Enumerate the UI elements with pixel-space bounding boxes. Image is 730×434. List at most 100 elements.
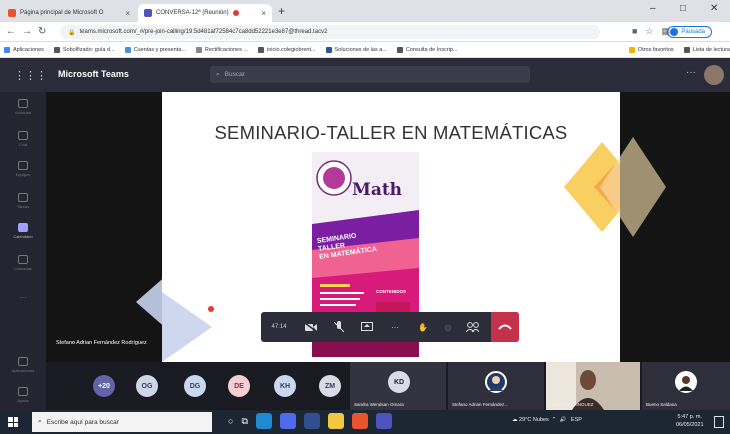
clock[interactable]: 5:47 p. m. 06/05/2021 xyxy=(676,413,704,429)
bookmark-icon xyxy=(257,46,264,53)
bookmark-label: Rectificaciones ... xyxy=(204,46,248,53)
bookmark-icon xyxy=(628,46,635,53)
participant-tile[interactable]: Stefano Adrian Fernández... xyxy=(448,362,544,410)
avatar: KD xyxy=(388,371,410,393)
rail-item[interactable]: Tareas xyxy=(0,186,46,216)
avatar[interactable] xyxy=(704,65,724,85)
rail-item[interactable]: Chat xyxy=(0,124,46,154)
participant-gallery: KD Sandra Wendsan Omara Stefano Adrian F… xyxy=(46,362,730,410)
participant-avatar[interactable]: +20 xyxy=(93,375,115,397)
participant-tile[interactable]: Bueno Saldana xyxy=(642,362,730,410)
teams-taskbar-icon[interactable] xyxy=(303,413,320,429)
camera-icon[interactable]: ■ xyxy=(632,26,637,37)
windows-taskbar: ⌕ Escribe aquí para buscar ○ ⧉ ☁ 29°C Nu… xyxy=(0,410,730,434)
forward-icon[interactable]: → xyxy=(22,26,32,37)
avatar xyxy=(675,371,697,393)
share-screen-icon[interactable] xyxy=(353,312,381,342)
edge-icon[interactable] xyxy=(255,413,272,429)
meeting-timer: 47:14 xyxy=(271,324,287,330)
bookmark-label: Sobolfizado: guía d... xyxy=(62,46,115,53)
task-view-icon[interactable]: ⧉ xyxy=(241,416,247,427)
teams-icon xyxy=(144,9,152,17)
hang-up-button[interactable] xyxy=(491,312,519,342)
bookmark-item[interactable]: Lista de lectura xyxy=(683,46,730,53)
clock-date: 06/05/2021 xyxy=(676,422,704,428)
close-window-icon[interactable]: ✕ xyxy=(710,3,718,14)
weather-text[interactable]: 29°C Nubes xyxy=(519,417,549,423)
participant-avatar[interactable]: KH xyxy=(274,375,296,397)
bookmark-icon xyxy=(325,46,332,53)
more-options-icon[interactable]: ··· xyxy=(686,67,696,78)
close-icon[interactable]: × xyxy=(261,9,266,18)
search-input[interactable]: ⌕ Buscar xyxy=(210,66,530,83)
url-text: teams.microsoft.com/_#/pre-join-calling/… xyxy=(79,29,328,35)
rail-label: Equipos xyxy=(15,172,31,177)
teams-app-icon[interactable] xyxy=(375,413,392,429)
bookmark-item[interactable]: Soluciones de las a... xyxy=(325,46,387,53)
rail-item[interactable]: Equipos xyxy=(0,154,46,184)
participant-avatar[interactable]: DG xyxy=(184,375,206,397)
bookmark-item[interactable]: Otros favoritos xyxy=(628,46,674,53)
reactions-icon[interactable]: ◎ xyxy=(437,312,459,342)
bookmark-icon xyxy=(4,46,10,53)
raise-hand-icon[interactable]: ✋ xyxy=(409,312,437,342)
address-bar[interactable]: 🔒 teams.microsoft.com/_#/pre-join-callin… xyxy=(60,25,600,39)
file-explorer-icon[interactable] xyxy=(327,413,344,429)
bookmark-icon xyxy=(683,46,690,53)
taskbar-search-placeholder: Escribe aquí para buscar xyxy=(46,418,119,426)
language-indicator[interactable]: ESP xyxy=(571,417,582,423)
app-launcher-icon[interactable]: ⋮⋮⋮ xyxy=(14,69,47,82)
participant-avatar[interactable]: ZM xyxy=(319,375,341,397)
back-icon[interactable]: ← xyxy=(6,26,16,37)
rail-label: Tareas xyxy=(16,204,29,209)
decorative-shape xyxy=(600,137,666,237)
bookmarks-bar: Aplicaciones Sobolfizado: guía d... Cuenta… xyxy=(0,42,730,58)
bookmark-item[interactable]: Sobolfizado: guía d... xyxy=(53,46,115,53)
rail-item[interactable]: ... xyxy=(0,280,46,310)
profile-button[interactable]: Pausada xyxy=(667,26,712,38)
rail-item[interactable]: Llamadas xyxy=(0,248,46,278)
rail-item[interactable]: Aplicaciones xyxy=(0,350,46,380)
close-icon[interactable]: × xyxy=(125,9,130,18)
participants-icon[interactable] xyxy=(459,312,485,342)
notifications-icon[interactable] xyxy=(714,416,724,428)
clock-time: 5:47 p. m. xyxy=(677,414,702,420)
mail-icon[interactable] xyxy=(279,413,296,429)
camera-off-icon[interactable] xyxy=(297,312,325,342)
teams-header: ⋮⋮⋮ Microsoft Teams ⌕ Buscar ··· xyxy=(0,58,730,92)
slide-title: SEMINARIO-TALLER EN MATEMÁTICAS xyxy=(214,122,568,143)
browser-tab-active[interactable]: CONVERSA-12ª (Reunión) × xyxy=(138,4,272,22)
participant-avatar[interactable]: DE xyxy=(228,375,250,397)
participant-avatar[interactable]: OG xyxy=(136,375,158,397)
more-actions-icon[interactable]: ··· xyxy=(381,312,409,342)
cortana-icon[interactable]: ○ xyxy=(228,416,233,426)
reload-icon[interactable]: ↻ xyxy=(38,26,46,37)
taskbar-search-input[interactable]: ⌕ Escribe aquí para buscar xyxy=(32,412,212,432)
rail-item[interactable]: Calendario xyxy=(0,216,46,246)
bookmark-item[interactable]: Rectificaciones ... xyxy=(195,46,248,53)
decorative-shape xyxy=(162,292,212,362)
bookmark-item[interactable]: Cuentas y presenta... xyxy=(124,46,186,53)
minimize-icon[interactable]: – xyxy=(650,3,656,14)
toolbar-icons: ■ ☆ ▦ xyxy=(632,26,670,37)
browser-tab[interactable]: Página principal de Microsoft O × xyxy=(2,4,136,22)
bookmark-item[interactable]: Aplicaciones xyxy=(4,46,44,53)
rail-item[interactable]: Actividad xyxy=(0,92,46,122)
office-taskbar-icon[interactable] xyxy=(351,413,368,429)
rail-label: Llamadas xyxy=(14,266,32,271)
maximize-icon[interactable]: □ xyxy=(680,3,686,14)
bookmark-item[interactable]: inicio.colegiobrent... xyxy=(257,46,316,53)
participant-tile[interactable]: KD Sandra Wendsan Omara xyxy=(350,362,446,410)
rail-item[interactable]: Ayuda xyxy=(0,380,46,410)
mic-off-icon[interactable] xyxy=(325,312,353,342)
bookmark-icon xyxy=(124,46,131,53)
windows-start-icon[interactable] xyxy=(8,417,18,427)
rail-icon xyxy=(18,255,28,264)
new-tab-button[interactable]: + xyxy=(278,4,285,18)
bookmark-item[interactable]: Consulta de Inscrip... xyxy=(396,46,458,53)
bookmark-label: Otros favoritos xyxy=(637,46,674,53)
app-title: Microsoft Teams xyxy=(58,69,129,79)
lock-icon: 🔒 xyxy=(68,29,76,36)
participant-video-tile[interactable]: LAURA DOMINGUEZ xyxy=(546,362,640,410)
star-icon[interactable]: ☆ xyxy=(645,26,653,37)
